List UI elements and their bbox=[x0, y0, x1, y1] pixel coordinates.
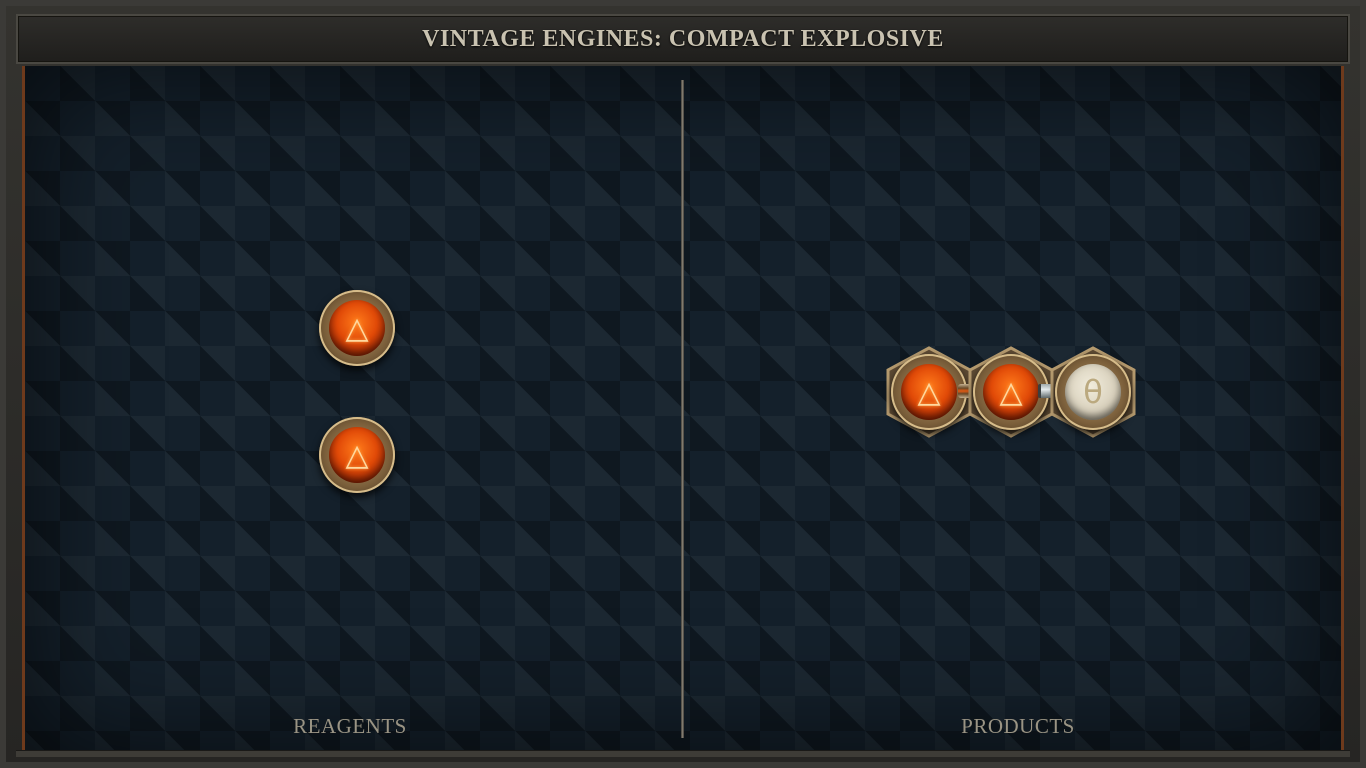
reagents-label: REAGENTS bbox=[293, 714, 407, 738]
fire-atom-core: △ bbox=[901, 364, 957, 420]
salt-atom-core: θ bbox=[1065, 364, 1121, 420]
fire-atom-core: △ bbox=[329, 300, 385, 356]
board-bottom-trim bbox=[16, 750, 1350, 757]
product-fire-atom-1[interactable]: △ bbox=[891, 354, 967, 430]
puzzle-title: VINTAGE ENGINES: COMPACT EXPLOSIVE bbox=[422, 25, 944, 52]
product-salt-atom[interactable]: θ bbox=[1055, 354, 1131, 430]
product-hex-3: θ bbox=[1048, 346, 1138, 438]
salt-glyph-icon: θ bbox=[1083, 373, 1103, 411]
fire-glyph-icon: △ bbox=[345, 437, 369, 473]
panel-divider bbox=[681, 80, 684, 738]
fire-atom-core: △ bbox=[329, 427, 385, 483]
reagent-fire-atom-2[interactable]: △ bbox=[319, 417, 395, 493]
products-label: PRODUCTS bbox=[961, 714, 1075, 738]
fire-glyph-icon: △ bbox=[917, 374, 941, 410]
title-bar: VINTAGE ENGINES: COMPACT EXPLOSIVE bbox=[16, 14, 1350, 64]
fire-atom-core: △ bbox=[983, 364, 1039, 420]
fire-glyph-icon: △ bbox=[999, 374, 1023, 410]
reagent-fire-atom-1[interactable]: △ bbox=[319, 290, 395, 366]
fire-glyph-icon: △ bbox=[345, 310, 369, 346]
